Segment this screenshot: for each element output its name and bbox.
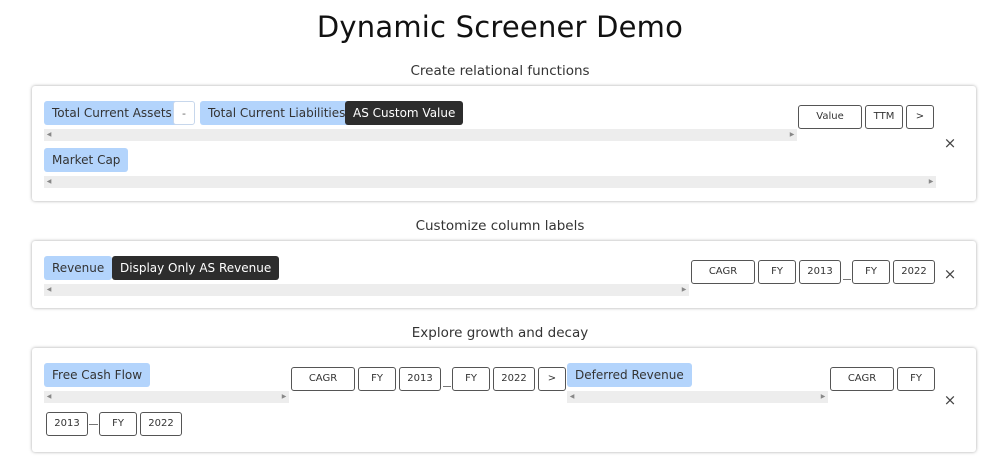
chip-market-cap[interactable]: Market Cap (44, 148, 129, 172)
scroll-left-icon[interactable]: ◀ (567, 391, 577, 403)
operator-minus-chip[interactable]: - (173, 101, 195, 125)
row1-scrollbar[interactable]: ◀ ▶ (44, 129, 797, 141)
scroll-right-icon[interactable]: ▶ (926, 176, 936, 188)
period-select-fy-end[interactable]: FY (452, 367, 490, 391)
function-select-cagr[interactable]: CAGR (291, 367, 355, 391)
year-select-end[interactable]: 2022 (493, 367, 535, 391)
close-icon[interactable]: × (943, 267, 957, 282)
year-select-end[interactable]: 2022 (893, 260, 935, 284)
value-select[interactable]: Value (798, 105, 862, 129)
scroll-right-icon[interactable]: ▶ (279, 391, 289, 403)
close-icon[interactable]: × (943, 393, 957, 408)
year-select-start-right[interactable]: 2013 (46, 412, 88, 436)
chip-as-custom-value[interactable]: AS Custom Value (345, 101, 464, 125)
year-select-start[interactable]: 2013 (799, 260, 841, 284)
scroll-left-icon[interactable]: ◀ (44, 176, 54, 188)
comparison-operator-select[interactable]: > (538, 367, 566, 391)
function-select-cagr-right[interactable]: CAGR (830, 367, 894, 391)
range-separator (843, 279, 851, 280)
section-heading-growth: Explore growth and decay (411, 325, 589, 341)
chip-display-only-as-revenue[interactable]: Display Only AS Revenue (112, 256, 280, 280)
chip-deferred-revenue[interactable]: Deferred Revenue (567, 363, 692, 387)
scroll-left-icon[interactable]: ◀ (44, 284, 54, 296)
right-scrollbar[interactable]: ◀ ▶ (567, 391, 828, 403)
column-labels-card: Revenue Display Only AS Revenue ◀ ▶ CAGR… (32, 241, 976, 308)
period-select-ttm[interactable]: TTM (865, 105, 903, 129)
period-select-fy-start[interactable]: FY (758, 260, 796, 284)
growth-decay-card: Free Cash Flow ◀ ▶ CAGR FY 2013 FY 2022 … (32, 348, 976, 452)
relational-functions-card: Total Current Assets - Total Current Lia… (32, 86, 976, 201)
scroll-right-icon[interactable]: ▶ (679, 284, 689, 296)
chip-free-cash-flow[interactable]: Free Cash Flow (44, 363, 151, 387)
section-heading-relational: Create relational functions (410, 63, 590, 79)
comparison-operator-select[interactable]: > (906, 105, 934, 129)
year-select-end-right[interactable]: 2022 (140, 412, 182, 436)
scroll-right-icon[interactable]: ▶ (787, 129, 797, 141)
function-select-cagr[interactable]: CAGR (691, 260, 755, 284)
section-heading-labels: Customize column labels (415, 218, 585, 234)
period-select-fy-end-right[interactable]: FY (99, 412, 137, 436)
chip-total-current-assets[interactable]: Total Current Assets (44, 101, 180, 125)
chip-revenue[interactable]: Revenue (44, 256, 113, 280)
period-select-fy-end[interactable]: FY (852, 260, 890, 284)
period-select-fy-start[interactable]: FY (358, 367, 396, 391)
row-scrollbar[interactable]: ◀ ▶ (44, 284, 689, 296)
left-scrollbar[interactable]: ◀ ▶ (44, 391, 289, 403)
range-separator (89, 424, 98, 425)
scroll-right-icon[interactable]: ▶ (818, 391, 828, 403)
range-separator (443, 386, 451, 387)
chip-total-current-liabilities[interactable]: Total Current Liabilities (200, 101, 354, 125)
page-title: Dynamic Screener Demo (316, 10, 684, 44)
period-select-fy-right[interactable]: FY (897, 367, 935, 391)
row2-scrollbar[interactable]: ◀ ▶ (44, 176, 936, 188)
scroll-left-icon[interactable]: ◀ (44, 391, 54, 403)
scroll-left-icon[interactable]: ◀ (44, 129, 54, 141)
year-select-start[interactable]: 2013 (399, 367, 441, 391)
close-icon[interactable]: × (943, 136, 957, 151)
